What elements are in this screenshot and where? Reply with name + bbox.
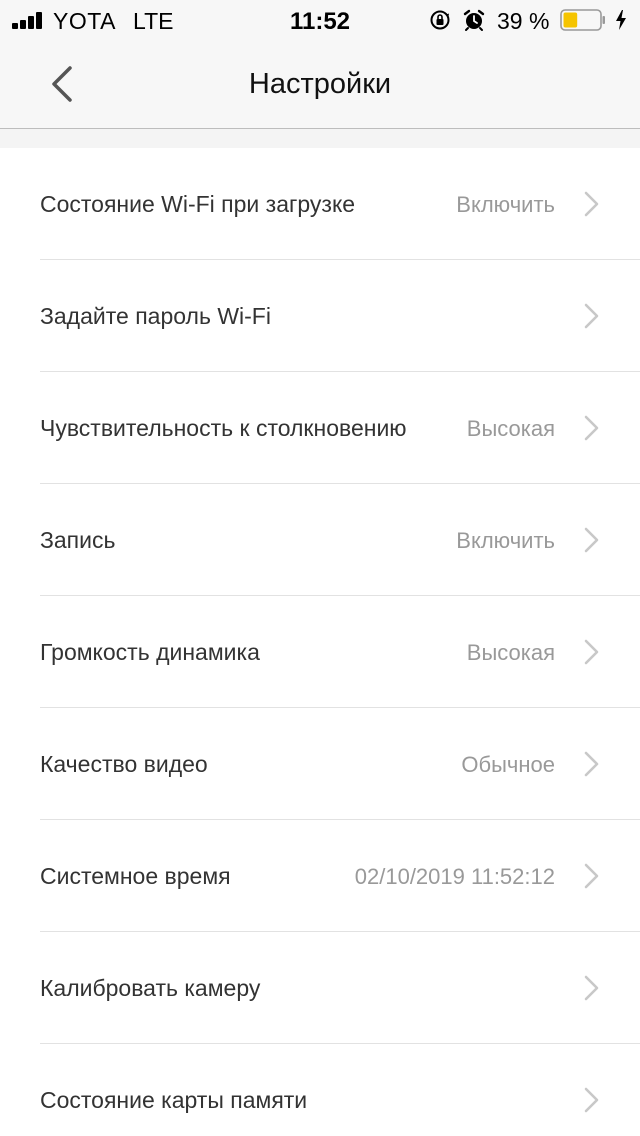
setting-value: Обычное [461,752,555,777]
setting-label: Чувствительность к столкновению [40,415,407,441]
chevron-right-icon [584,191,599,217]
setting-value: Высокая [466,640,555,665]
setting-label: Состояние Wi-Fi при загрузке [40,191,356,217]
setting-row-wifi-password[interactable]: Задайте пароль Wi-Fi [0,260,640,372]
setting-row-recording[interactable]: Запись Включить [0,484,640,596]
setting-label: Калибровать камеру [40,975,261,1001]
chevron-right-icon [584,751,599,777]
battery-percent: 39 % [497,8,550,34]
setting-label: Громкость динамика [40,639,260,665]
chevron-right-icon [584,1087,599,1113]
setting-row-wifi-on-boot[interactable]: Состояние Wi-Fi при загрузке Включить [0,148,640,260]
setting-value: Высокая [466,416,555,441]
setting-row-calibrate-camera[interactable]: Калибровать камеру [0,932,640,1044]
setting-row-speaker-volume[interactable]: Громкость динамика Высокая [0,596,640,708]
alarm-icon [463,9,485,31]
setting-row-collision-sensitivity[interactable]: Чувствительность к столкновению Высокая [0,372,640,484]
settings-list: Состояние Wi-Fi при загрузке Включить За… [0,148,640,1136]
status-bar: YOTA LTE 11:52 39 % [0,0,640,40]
chevron-right-icon [584,639,599,665]
setting-label: Качество видео [40,751,208,777]
setting-label: Системное время [40,863,231,889]
setting-value: Включить [456,192,555,217]
chevron-right-icon [584,527,599,553]
screen: YOTA LTE 11:52 39 % Настройки Состояние … [0,0,640,1136]
setting-value: Включить [456,528,555,553]
battery-icon [560,9,605,31]
setting-label: Состояние карты памяти [40,1087,308,1113]
chevron-right-icon [584,863,599,889]
navigation-bar: Настройки [0,40,640,129]
setting-label: Задайте пароль Wi-Fi [40,303,271,329]
chevron-right-icon [584,415,599,441]
setting-label: Запись [40,527,116,553]
chevron-right-icon [584,303,599,329]
page-title: Настройки [248,68,392,100]
orientation-lock-icon [430,10,450,30]
setting-value: 02/10/2019 11:52:12 [354,864,555,889]
setting-row-memory-card-status[interactable]: Состояние карты памяти [0,1044,640,1136]
setting-row-system-time[interactable]: Системное время 02/10/2019 11:52:12 [0,820,640,932]
setting-row-video-quality[interactable]: Качество видео Обычное [0,708,640,820]
chevron-right-icon [584,975,599,1001]
charging-bolt-icon [616,10,626,30]
